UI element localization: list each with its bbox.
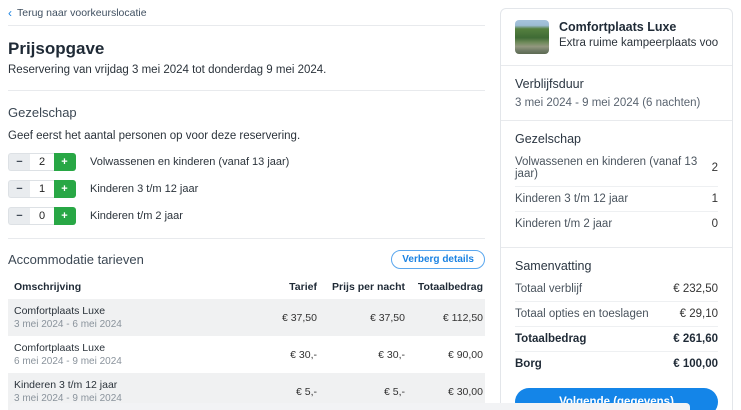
children-0-2-count: 0 xyxy=(30,207,54,225)
stepper-list: − 2 + Volwassenen en kinderen (vanaf 13 … xyxy=(8,153,485,239)
children-3-12-count: 1 xyxy=(30,180,54,198)
back-link[interactable]: ‹ Terug naar voorkeurslocatie xyxy=(8,0,485,26)
chevron-left-icon: ‹ xyxy=(8,8,12,18)
stepper-label: Kinderen 3 t/m 12 jaar xyxy=(90,183,198,195)
property-subtitle: Extra ruime kampeerplaats voor camper, .… xyxy=(559,37,718,49)
page-title: Prijsopgave xyxy=(8,39,485,59)
summary-row-value: 0 xyxy=(712,218,718,230)
next-section-edge xyxy=(10,403,690,410)
summary-row: Kinderen 3 t/m 12 jaar 1 xyxy=(515,187,718,212)
summary-row-value: € 100,00 xyxy=(673,358,718,370)
row-tarief: € 5,- xyxy=(255,386,317,398)
main-content: ‹ Terug naar voorkeurslocatie Prijsopgav… xyxy=(0,0,493,410)
decrement-button[interactable]: − xyxy=(8,207,30,225)
col-tarief: Tarief xyxy=(255,281,317,293)
adults-count: 2 xyxy=(30,153,54,171)
row-totaal: € 30,00 xyxy=(405,386,485,398)
gezelschap-description: Geef eerst het aantal personen op voor d… xyxy=(8,130,485,142)
samenvatting-section: Samenvatting Totaal verblijf € 232,50 To… xyxy=(501,247,732,410)
toggle-details-button[interactable]: Verberg details xyxy=(391,250,485,269)
col-omschrijving: Omschrijving xyxy=(8,281,255,293)
summary-row-value: € 29,10 xyxy=(680,308,718,320)
summary-row: Volwassenen en kinderen (vanaf 13 jaar) … xyxy=(515,150,718,187)
summary-row-value: 2 xyxy=(712,162,718,174)
samenvatting-heading: Samenvatting xyxy=(515,259,718,273)
decrement-button[interactable]: − xyxy=(8,153,30,171)
tarieven-table: Omschrijving Tarief Prijs per nacht Tota… xyxy=(8,278,485,410)
table-row: Comfortplaats Luxe 6 mei 2024 - 9 mei 20… xyxy=(8,336,485,373)
plus-icon: + xyxy=(61,156,67,168)
gezelschap-summary-heading: Gezelschap xyxy=(515,132,718,146)
summary-row: Kinderen t/m 2 jaar 0 xyxy=(515,212,718,236)
decrement-button[interactable]: − xyxy=(8,180,30,198)
row-period: 3 mei 2024 - 6 mei 2024 xyxy=(14,319,255,330)
col-prijs-per-nacht: Prijs per nacht xyxy=(317,281,405,293)
gezelschap-summary-section: Gezelschap Volwassenen en kinderen (vana… xyxy=(501,120,732,247)
summary-row-label: Totaal opties en toeslagen xyxy=(515,308,649,320)
summary-row-value: € 232,50 xyxy=(673,283,718,295)
summary-row-label: Totaal verblijf xyxy=(515,283,582,295)
property-title: Comfortplaats Luxe xyxy=(559,20,718,34)
summary-row-label: Kinderen t/m 2 jaar xyxy=(515,218,612,230)
summary-row: Totaal verblijf € 232,50 xyxy=(515,277,718,302)
stepper-adults: − 2 + Volwassenen en kinderen (vanaf 13 … xyxy=(8,153,485,171)
summary-row-label: Kinderen 3 t/m 12 jaar xyxy=(515,193,628,205)
row-prijs-per-nacht: € 5,- xyxy=(317,386,405,398)
page-layout: ‹ Terug naar voorkeurslocatie Prijsopgav… xyxy=(0,0,741,410)
sidebar: Comfortplaats Luxe Extra ruime kampeerpl… xyxy=(500,0,733,410)
row-name: Comfortplaats Luxe xyxy=(14,342,255,354)
verblijfsduur-section: Verblijfsduur 3 mei 2024 - 9 mei 2024 (6… xyxy=(501,65,732,120)
reservation-intro: Reservering van vrijdag 3 mei 2024 tot d… xyxy=(8,64,485,91)
minus-icon: − xyxy=(16,156,22,168)
col-totaalbedrag: Totaalbedrag xyxy=(405,281,485,293)
stepper-children-3-12: − 1 + Kinderen 3 t/m 12 jaar xyxy=(8,180,485,198)
row-name: Comfortplaats Luxe xyxy=(14,305,255,317)
tarieven-heading: Accommodatie tarieven xyxy=(8,252,144,267)
summary-row-value: € 261,60 xyxy=(673,333,718,345)
summary-row-value: 1 xyxy=(712,193,718,205)
row-prijs-per-nacht: € 30,- xyxy=(317,349,405,361)
minus-icon: − xyxy=(16,210,22,222)
summary-card: Comfortplaats Luxe Extra ruime kampeerpl… xyxy=(500,8,733,410)
summary-row-label: Volwassenen en kinderen (vanaf 13 jaar) xyxy=(515,156,712,180)
stepper-label: Volwassenen en kinderen (vanaf 13 jaar) xyxy=(90,156,289,168)
increment-button[interactable]: + xyxy=(54,153,76,171)
verblijfsduur-heading: Verblijfsduur xyxy=(515,77,718,91)
row-prijs-per-nacht: € 37,50 xyxy=(317,312,405,324)
summary-row-deposit: Borg € 100,00 xyxy=(515,352,718,376)
table-row: Comfortplaats Luxe 3 mei 2024 - 6 mei 20… xyxy=(8,299,485,336)
property-photo xyxy=(515,20,549,54)
summary-row-total: Totaalbedrag € 261,60 xyxy=(515,327,718,352)
verblijfsduur-value: 3 mei 2024 - 9 mei 2024 (6 nachten) xyxy=(515,97,718,109)
row-totaal: € 112,50 xyxy=(405,312,485,324)
gezelschap-heading: Gezelschap xyxy=(8,105,485,120)
minus-icon: − xyxy=(16,183,22,195)
row-tarief: € 37,50 xyxy=(255,312,317,324)
increment-button[interactable]: + xyxy=(54,207,76,225)
back-link-label: Terug naar voorkeurslocatie xyxy=(17,7,147,19)
increment-button[interactable]: + xyxy=(54,180,76,198)
row-name: Kinderen 3 t/m 12 jaar xyxy=(14,379,255,391)
row-tarief: € 30,- xyxy=(255,349,317,361)
plus-icon: + xyxy=(61,183,67,195)
tarieven-header: Accommodatie tarieven Verberg details xyxy=(8,250,485,269)
summary-row: Totaal opties en toeslagen € 29,10 xyxy=(515,302,718,327)
summary-row-label: Borg xyxy=(515,358,542,370)
property-header: Comfortplaats Luxe Extra ruime kampeerpl… xyxy=(501,9,732,65)
plus-icon: + xyxy=(61,210,67,222)
stepper-children-0-2: − 0 + Kinderen t/m 2 jaar xyxy=(8,207,485,225)
row-totaal: € 90,00 xyxy=(405,349,485,361)
summary-row-label: Totaalbedrag xyxy=(515,333,586,345)
row-period: 6 mei 2024 - 9 mei 2024 xyxy=(14,356,255,367)
table-header-row: Omschrijving Tarief Prijs per nacht Tota… xyxy=(8,278,485,299)
stepper-label: Kinderen t/m 2 jaar xyxy=(90,210,183,222)
